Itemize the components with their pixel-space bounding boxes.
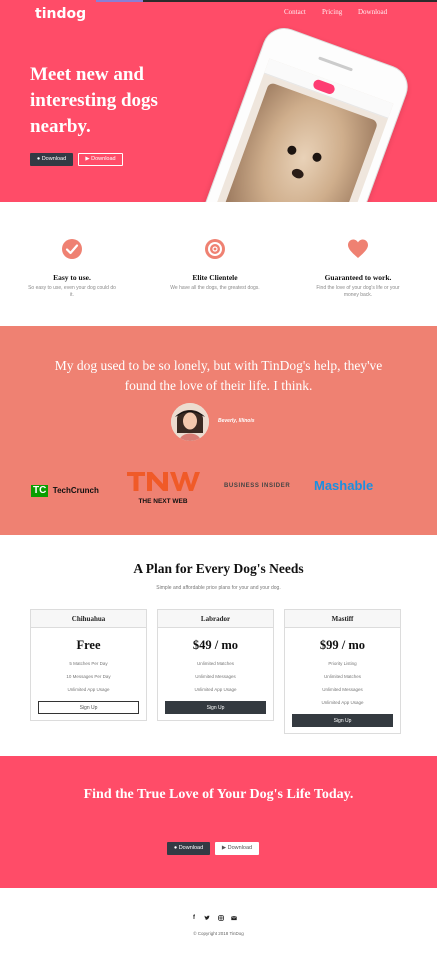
- dog-eye-right: [311, 151, 323, 164]
- phone-screen: [207, 58, 394, 202]
- cta-section: Find the True Love of Your Dog's Life To…: [0, 756, 437, 888]
- feature-elite: Elite Clientele We have all the dogs, th…: [170, 238, 260, 292]
- sign-up-button[interactable]: Sign Up: [292, 714, 393, 727]
- apple-icon: ●: [36, 156, 41, 162]
- bullseye-icon: [205, 239, 225, 259]
- tnw-mark: [127, 472, 200, 491]
- nav-link-download[interactable]: Download: [358, 8, 387, 16]
- logo-text: THE NEXT WEB: [138, 498, 188, 505]
- plan-feature: Priority Listing: [328, 661, 357, 666]
- sign-up-button[interactable]: Sign Up: [165, 701, 266, 714]
- tnw-logo: THE NEXT WEB: [125, 470, 201, 505]
- hero-heading: Meet new and interesting dogs nearby.: [30, 64, 158, 137]
- plan-feature: 10 Messages Per Day: [66, 674, 111, 679]
- testimonial-quote: My dog used to be so lonely, but with Ti…: [54, 358, 383, 393]
- button-label: Download: [41, 156, 67, 162]
- plan-feature: Unlimited App Usage: [67, 687, 110, 692]
- copyright-text: © Copyright 2018 TinDog: [193, 931, 244, 936]
- feature-guaranteed: Guaranteed to work. Find the love of you…: [313, 238, 403, 299]
- plan-price: $99 / mo: [319, 638, 366, 652]
- feature-text: We have all the dogs, the greatest dogs.: [170, 285, 260, 291]
- nav-link-pricing[interactable]: Pricing: [322, 8, 342, 16]
- email-icon[interactable]: [231, 915, 237, 923]
- plan-feature: Unlimited Messages: [322, 687, 363, 692]
- plan-name: Labrador: [158, 610, 273, 628]
- play-store-icon: ▶: [221, 845, 227, 851]
- plan-feature: Unlimited App Usage: [321, 700, 364, 705]
- button-label: Download: [178, 845, 204, 851]
- feature-title: Guaranteed to work.: [324, 273, 392, 282]
- hero-download-apple-button[interactable]: ● Download: [30, 153, 73, 166]
- plan-feature: Unlimited App Usage: [194, 687, 237, 692]
- top-dark-bar: [143, 0, 437, 2]
- mashable-logo: Mashable: [314, 478, 374, 493]
- dog-eye-left: [286, 144, 298, 156]
- plan-card-labrador: Labrador $49 / mo Unlimited Matches Unli…: [157, 609, 274, 721]
- plan-price: $49 / mo: [192, 638, 239, 652]
- plan-card-mastiff: Mastiff $99 / mo Priority Listing Unlimi…: [284, 609, 401, 734]
- apple-icon: ●: [173, 845, 178, 851]
- tc-mark: TC: [31, 485, 49, 497]
- nav-link-contact[interactable]: Contact: [284, 8, 306, 16]
- feature-easy: Easy to use. So easy to use, even your d…: [27, 238, 117, 299]
- navbar-brand[interactable]: tindog: [35, 6, 86, 22]
- plan-card-chihuahua: Chihuahua Free 5 Matches Per Day 10 Mess…: [30, 609, 147, 721]
- avatar-photo: [171, 403, 209, 441]
- iphone-mockup: [182, 21, 414, 202]
- check-circle-icon: [62, 239, 82, 259]
- dog-nose: [290, 167, 305, 180]
- plan-feature: Unlimited Matches: [196, 661, 234, 666]
- business-insider-logo: BUSINESS INSIDER: [224, 483, 291, 489]
- plan-name: Chihuahua: [31, 610, 146, 628]
- hero-section: tindog Contact Pricing Download Meet new…: [0, 0, 437, 202]
- button-label: Download: [91, 156, 116, 162]
- feature-text: So easy to use, even your dog could do i…: [28, 285, 116, 298]
- cta-heading: Find the True Love of Your Dog's Life To…: [83, 787, 354, 802]
- facebook-icon[interactable]: f: [193, 915, 195, 921]
- feature-text: Find the love of your dog's life or your…: [316, 285, 400, 298]
- plan-name: Mastiff: [285, 610, 400, 628]
- techcrunch-logo: TC TechCrunch: [31, 480, 99, 498]
- feature-title: Easy to use.: [53, 273, 91, 282]
- instagram-icon[interactable]: [218, 915, 224, 923]
- sign-up-button[interactable]: Sign Up: [38, 701, 139, 714]
- testimonial-author: Beverly, Illinois: [218, 418, 255, 424]
- testimonial-section: My dog used to be so lonely, but with Ti…: [0, 326, 437, 535]
- button-label: Download: [227, 845, 253, 851]
- cta-download-apple-button[interactable]: ● Download: [167, 842, 210, 855]
- play-store-icon: ▶: [85, 156, 90, 162]
- avatar: [171, 403, 209, 441]
- hero-download-play-button[interactable]: ▶ Download: [78, 153, 123, 166]
- footer: f © Copyright 2018 TinDog: [0, 888, 437, 964]
- heart-icon: [348, 239, 368, 258]
- pricing-section: A Plan for Every Dog's Needs Simple and …: [0, 535, 437, 756]
- plan-feature: Unlimited Messages: [195, 674, 236, 679]
- cta-download-play-button[interactable]: ▶ Download: [215, 842, 259, 855]
- twitter-icon[interactable]: [204, 915, 210, 923]
- plan-price: Free: [76, 638, 101, 652]
- pricing-subtitle: Simple and affordable price plans for yo…: [156, 585, 281, 591]
- plan-feature: Unlimited Matches: [323, 674, 361, 679]
- top-accent-bar: [96, 0, 143, 2]
- feature-title: Elite Clientele: [192, 273, 238, 282]
- app-toggle: [311, 78, 337, 96]
- plan-feature: 5 Matches Per Day: [69, 661, 108, 666]
- pricing-title: A Plan for Every Dog's Needs: [133, 561, 304, 576]
- features-section: Easy to use. So easy to use, even your d…: [0, 202, 437, 326]
- logo-text: TechCrunch: [52, 486, 99, 495]
- phone-speaker: [318, 56, 353, 72]
